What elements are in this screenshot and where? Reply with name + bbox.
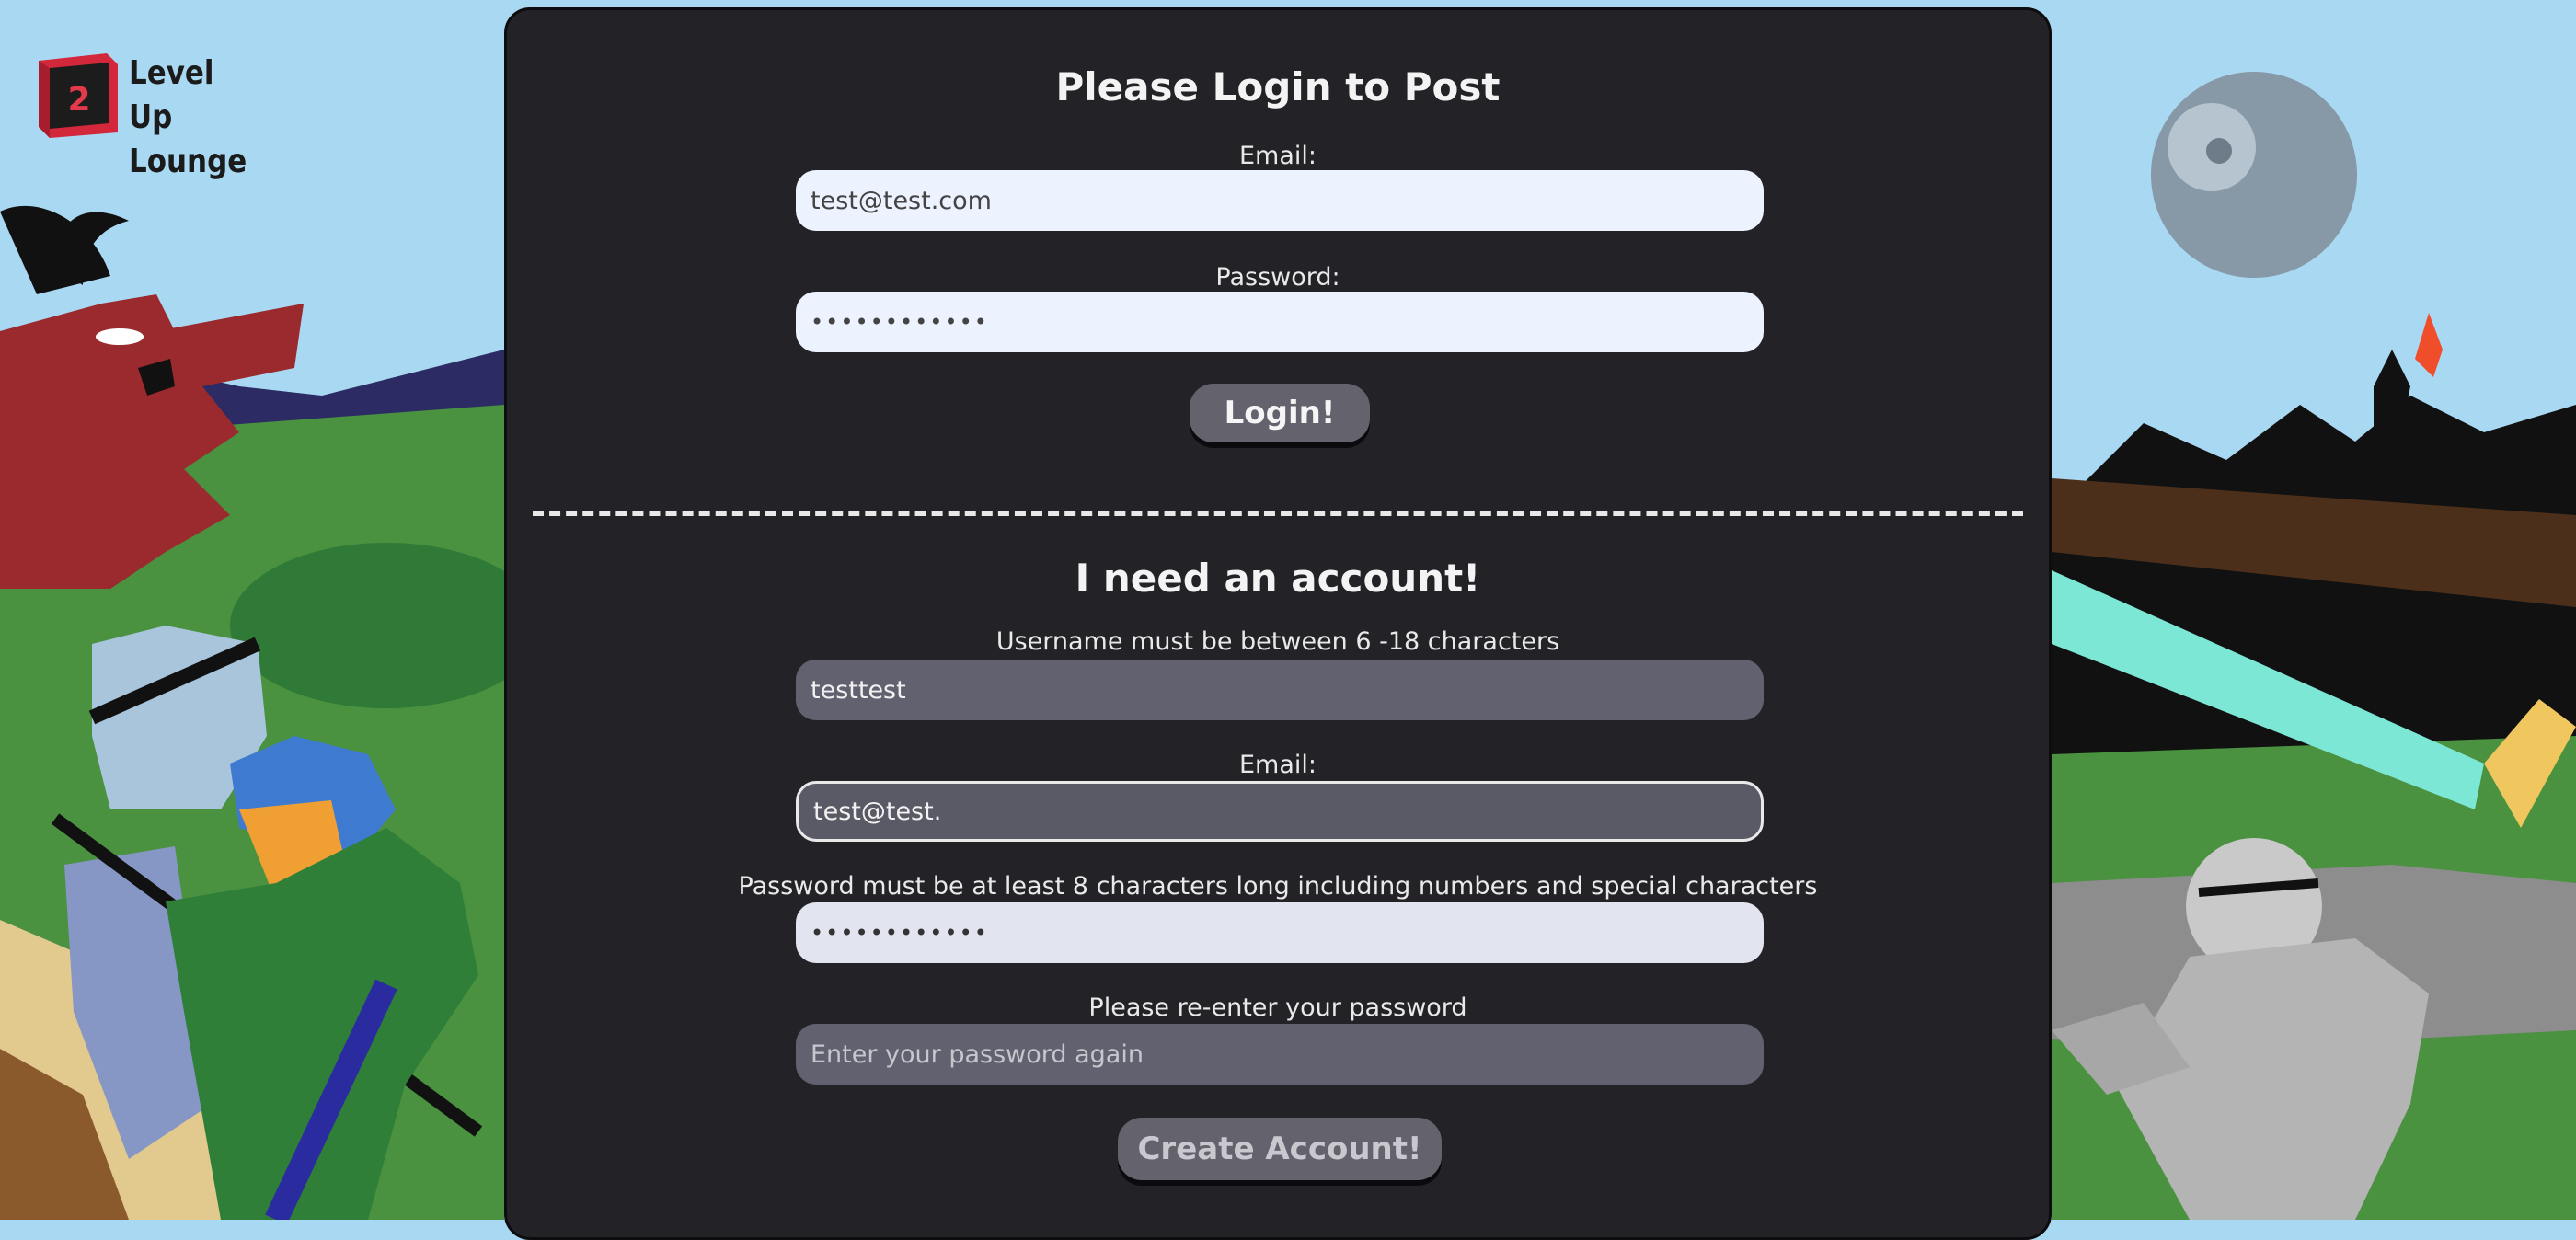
username-label: Username must be between 6 -18 character… xyxy=(995,627,1560,656)
signup-password-input[interactable] xyxy=(796,902,1764,963)
section-divider xyxy=(533,511,2023,516)
logo-number: 2 xyxy=(67,81,90,119)
create-account-button[interactable]: Create Account! xyxy=(1118,1118,1442,1180)
repassword-input[interactable] xyxy=(796,1024,1764,1085)
logo-line-2: Lounge xyxy=(129,143,247,180)
left-bush xyxy=(230,543,543,708)
login-email-input[interactable] xyxy=(796,170,1764,231)
login-button[interactable]: Login! xyxy=(1190,384,1370,442)
signup-password-label: Password must be at least 8 characters l… xyxy=(738,872,1818,901)
auth-panel: Please Login to Post Email: Password: Lo… xyxy=(504,7,2052,1240)
signup-email-label: Email: xyxy=(1238,751,1317,779)
login-email-label: Email: xyxy=(1238,142,1317,170)
login-password-input[interactable] xyxy=(796,292,1764,352)
login-password-label: Password: xyxy=(1215,263,1340,292)
logo-text: Level Up Lounge xyxy=(129,52,247,184)
site-logo[interactable]: 2 Level Up Lounge xyxy=(31,48,252,180)
login-title: Please Login to Post xyxy=(1055,64,1501,109)
signup-email-input[interactable] xyxy=(796,781,1764,842)
signup-title: I need an account! xyxy=(1075,556,1481,601)
logo-line-1: Level Up xyxy=(129,54,214,136)
logo-cube-icon: 2 xyxy=(39,53,118,138)
username-input[interactable] xyxy=(796,660,1764,720)
repassword-label: Please re-enter your password xyxy=(1088,993,1467,1022)
